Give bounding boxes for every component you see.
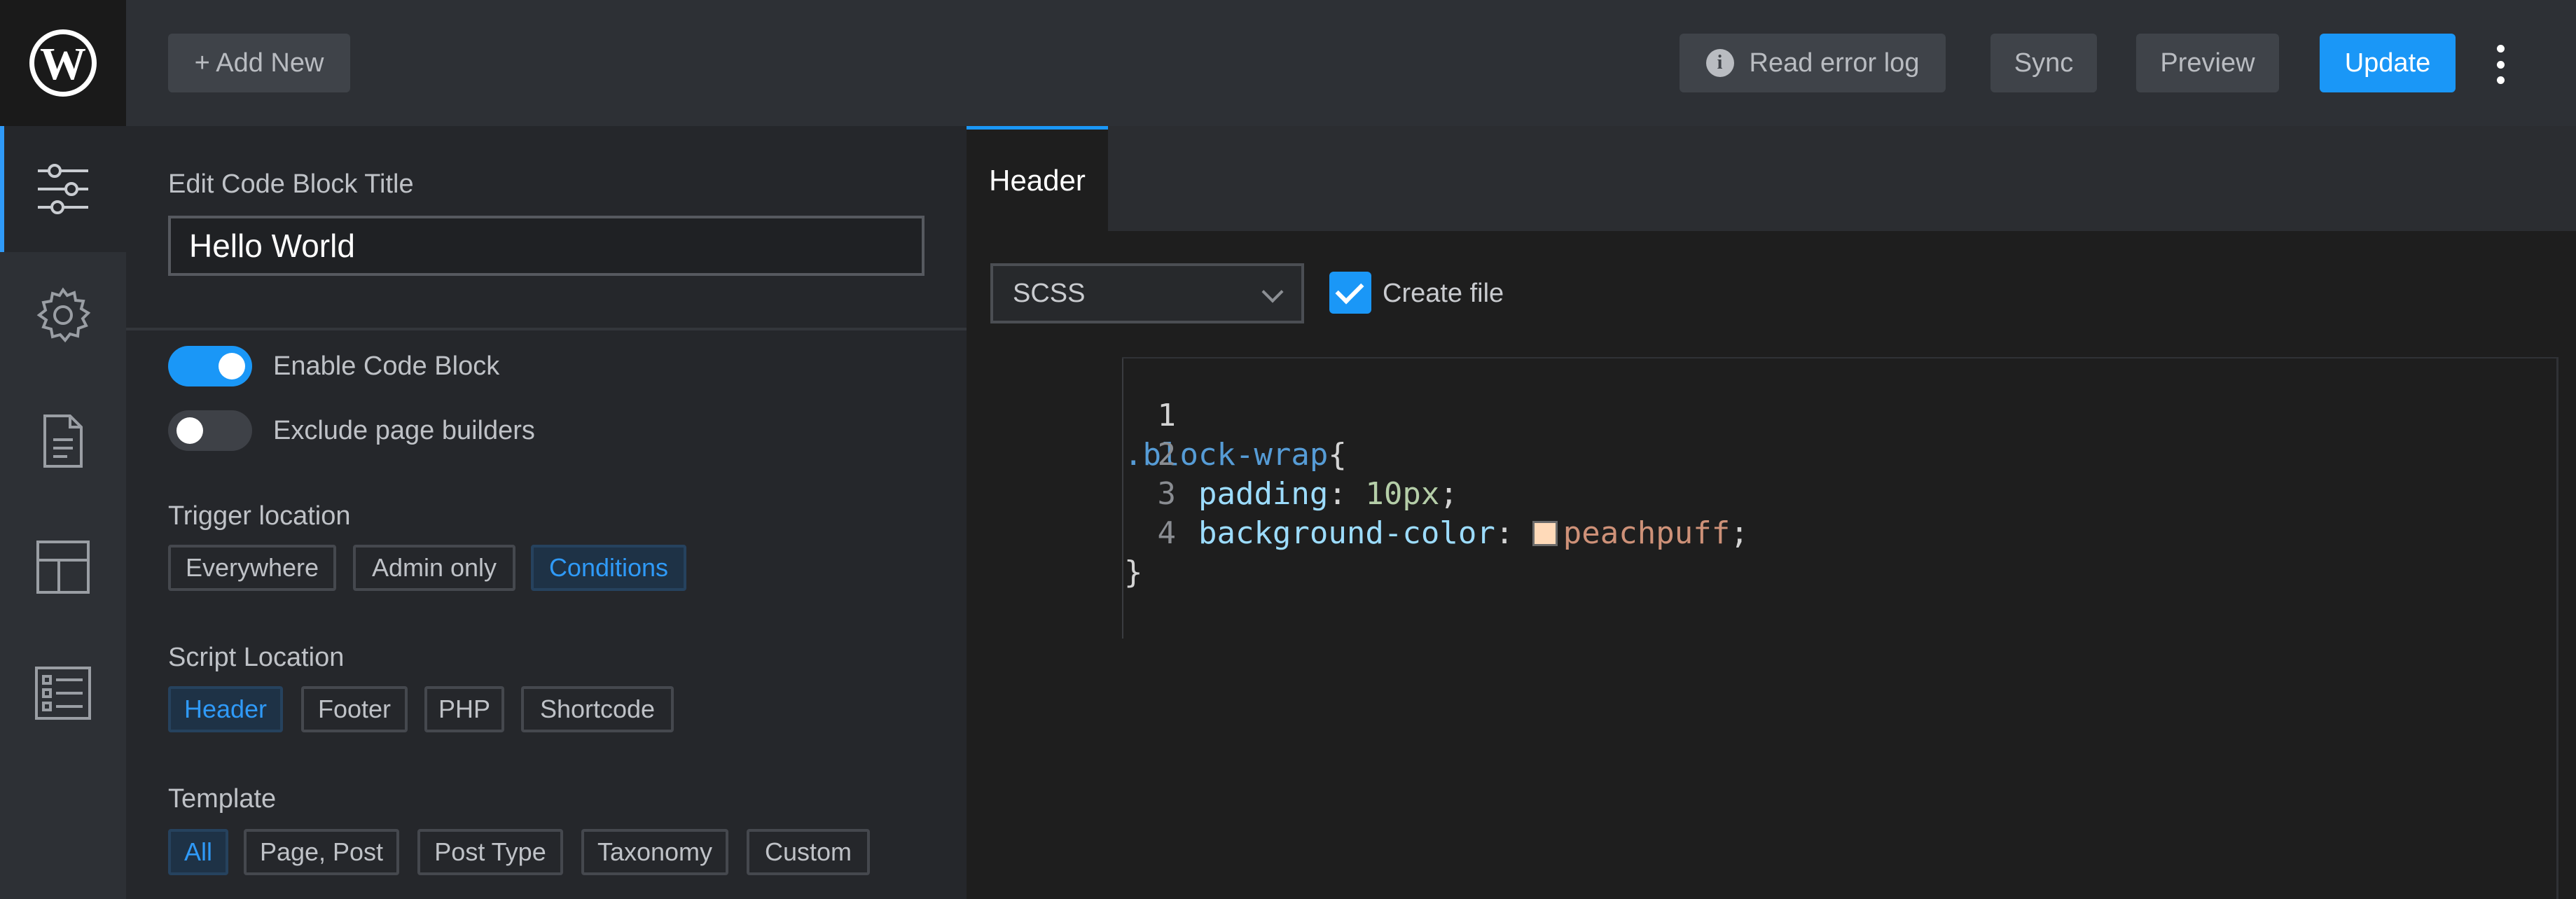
panel-divider (126, 328, 967, 330)
read-error-log-button[interactable]: i Read error log (1680, 34, 1946, 92)
exclude-page-builders-label: Exclude page builders (273, 416, 535, 445)
template-label: Template (168, 784, 277, 814)
code-area-border (1122, 357, 2558, 358)
edit-title-label: Edit Code Block Title (168, 169, 414, 199)
list-icon (35, 667, 91, 720)
wordpress-logo[interactable]: W (0, 0, 126, 126)
chevron-down-icon (1261, 281, 1284, 303)
code-line-2: 2 padding: 10px; (967, 396, 1457, 512)
script-option-header[interactable]: Header (168, 686, 283, 732)
script-location-label: Script Location (168, 643, 345, 672)
css-value: peachpuff (1563, 515, 1731, 551)
sliders-icon (38, 164, 88, 214)
rail-item-layout[interactable] (0, 504, 126, 630)
left-rail: W (0, 0, 126, 899)
gear-icon (36, 287, 91, 343)
read-error-log-label: Read error log (1749, 48, 1920, 78)
document-icon (43, 414, 83, 468)
code-line-4: 4 } (967, 475, 1176, 590)
kebab-menu-icon[interactable] (2492, 45, 2509, 84)
code-line-3: 3 background-color: peachpuff; (967, 435, 1748, 551)
trigger-option-everywhere[interactable]: Everywhere (168, 545, 336, 591)
code-line-1: 1 .block-wrap{ (967, 357, 1347, 473)
script-option-shortcode[interactable]: Shortcode (521, 686, 674, 732)
exclude-page-builders-toggle[interactable] (168, 410, 252, 451)
code-block-title-input[interactable]: Hello World (168, 216, 925, 276)
create-file-label: Create file (1383, 279, 1504, 308)
update-button[interactable]: Update (2320, 34, 2456, 92)
rail-item-settings-sliders[interactable] (0, 126, 126, 252)
css-property: padding (1198, 476, 1329, 512)
trigger-option-admin-only[interactable]: Admin only (353, 545, 515, 591)
rail-item-settings[interactable] (0, 252, 126, 378)
enable-code-block-label: Enable Code Block (273, 351, 500, 381)
editor-tab-bar: Header (967, 126, 2576, 231)
preview-button[interactable]: Preview (2136, 34, 2279, 92)
info-icon: i (1705, 49, 1734, 77)
script-option-php[interactable]: PHP (424, 686, 504, 732)
css-property: background-color (1198, 515, 1495, 551)
template-option-all[interactable]: All (168, 829, 228, 875)
sync-button[interactable]: Sync (1990, 34, 2097, 92)
wordpress-logo-icon: W (29, 29, 97, 97)
code-area-scroll-border (2556, 357, 2558, 899)
enable-code-block-toggle[interactable] (168, 346, 252, 386)
script-option-footer[interactable]: Footer (301, 686, 408, 732)
rail-item-list[interactable] (0, 630, 126, 756)
line-number: 3 (1157, 476, 1176, 512)
line-number: 4 (1157, 515, 1176, 551)
template-option-post-type[interactable]: Post Type (417, 829, 563, 875)
settings-panel: Edit Code Block Title Hello World Enable… (126, 126, 967, 899)
color-swatch[interactable] (1532, 521, 1558, 546)
line-number: 1 (1157, 398, 1176, 433)
top-toolbar: + Add New i Read error log Sync Preview … (126, 0, 2576, 126)
rail-item-pages[interactable] (0, 378, 126, 504)
language-select[interactable]: SCSS (990, 263, 1304, 323)
layout-icon (36, 541, 90, 594)
add-new-button[interactable]: + Add New (168, 34, 350, 92)
css-value: 10px (1365, 476, 1440, 512)
line-number: 2 (1157, 437, 1176, 473)
tab-header[interactable]: Header (967, 126, 1108, 231)
trigger-location-label: Trigger location (168, 501, 351, 531)
template-option-page-post[interactable]: Page, Post (244, 829, 399, 875)
code-editor-area: Header SCSS Create file 1 .block-wrap{ 2… (967, 126, 2576, 899)
create-file-checkbox[interactable] (1329, 272, 1371, 314)
template-option-taxonomy[interactable]: Taxonomy (581, 829, 728, 875)
template-option-custom[interactable]: Custom (747, 829, 870, 875)
language-select-value: SCSS (1013, 278, 1086, 308)
trigger-option-conditions[interactable]: Conditions (531, 545, 686, 591)
